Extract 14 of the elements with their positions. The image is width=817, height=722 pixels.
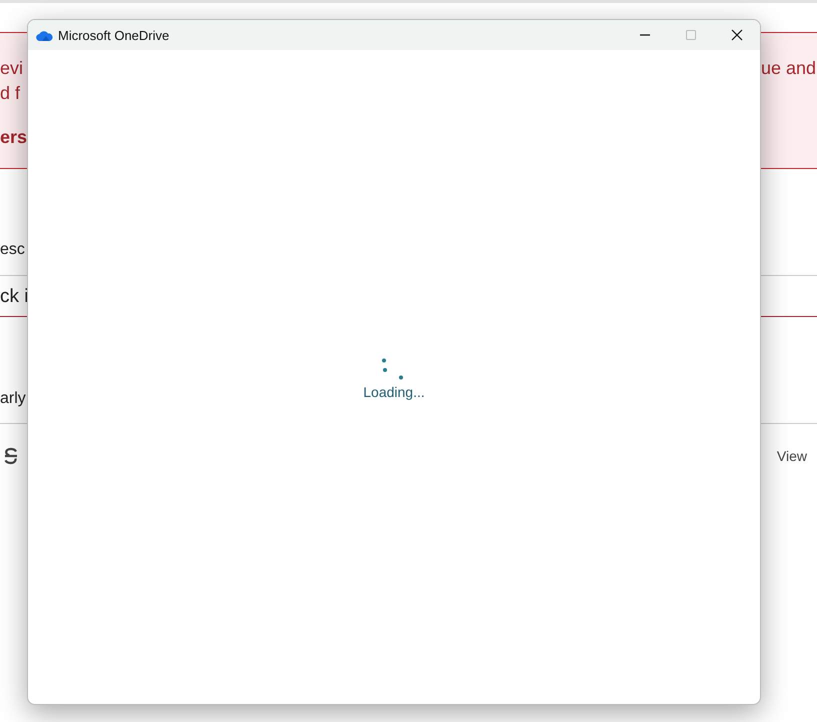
- alert-text: evi: [0, 57, 24, 80]
- strikethrough-icon[interactable]: [3, 447, 19, 465]
- body-text: arly: [0, 390, 26, 407]
- spinner-icon: [381, 358, 405, 380]
- cloud-icon: [36, 30, 53, 40]
- field-label: esc: [0, 241, 25, 258]
- alert-text: d f: [0, 82, 20, 105]
- alert-text: ers: [0, 126, 28, 149]
- alert-text: ue and: [760, 57, 816, 80]
- loading-text: Loading...: [363, 384, 425, 400]
- maximize-icon: [685, 29, 697, 41]
- window-title: Microsoft OneDrive: [58, 28, 170, 42]
- view-more-link[interactable]: View: [776, 448, 807, 464]
- close-icon: [731, 29, 743, 41]
